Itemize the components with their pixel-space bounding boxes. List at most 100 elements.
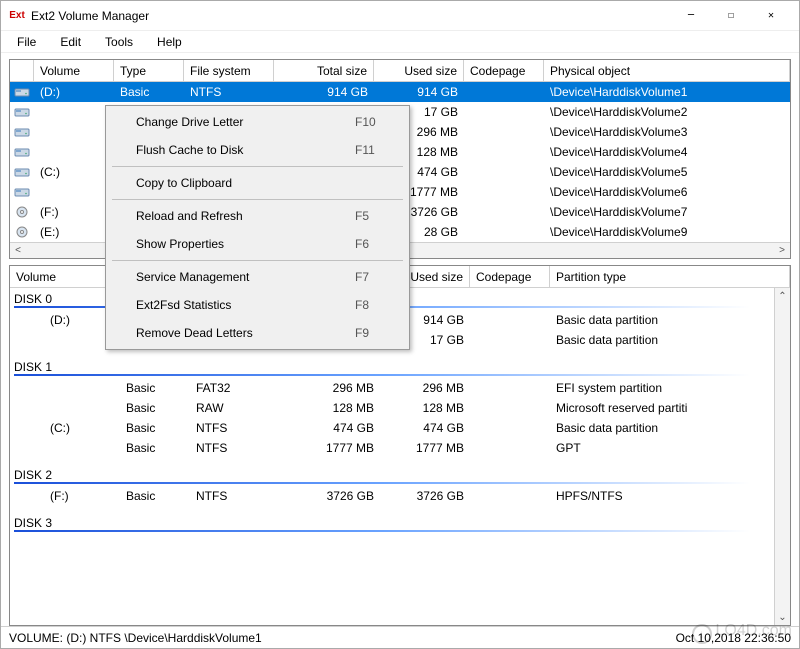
- cell-used: 474 GB: [380, 419, 470, 437]
- cell-used: 914 GB: [374, 83, 464, 101]
- context-item-accel: F11: [355, 143, 395, 157]
- window-title: Ext2 Volume Manager: [31, 9, 671, 23]
- context-item-label: Reload and Refresh: [136, 209, 355, 223]
- cell-fs: FAT32: [190, 379, 280, 397]
- context-menu-item[interactable]: Copy to Clipboard: [108, 169, 407, 197]
- maximize-button[interactable]: ☐: [711, 2, 751, 30]
- context-menu-item[interactable]: Service ManagementF7: [108, 263, 407, 291]
- cell-codepage: [464, 150, 544, 154]
- menubar: File Edit Tools Help: [1, 31, 799, 53]
- cell-codepage: [470, 386, 550, 390]
- cell-partition: Microsoft reserved partiti: [550, 399, 774, 417]
- menu-tools[interactable]: Tools: [93, 31, 145, 52]
- scroll-left-icon[interactable]: <: [10, 243, 26, 259]
- cell-volume: [10, 386, 120, 390]
- partition-row[interactable]: BasicNTFS1777 MB1777 MBGPT: [10, 438, 774, 458]
- partition-row[interactable]: BasicFAT32296 MB296 MBEFI system partiti…: [10, 378, 774, 398]
- minimize-button[interactable]: ─: [671, 2, 711, 30]
- close-button[interactable]: ✕: [751, 2, 791, 30]
- cell-used: 3726 GB: [380, 487, 470, 505]
- cell-volume: (F:): [10, 487, 120, 505]
- col-codepage[interactable]: Codepage: [464, 60, 544, 81]
- cell-volume: [34, 190, 114, 194]
- cell-codepage: [470, 446, 550, 450]
- col-type[interactable]: Type: [114, 60, 184, 81]
- cell-type: Basic: [120, 439, 190, 457]
- cell-codepage: [464, 170, 544, 174]
- menu-file[interactable]: File: [5, 31, 48, 52]
- context-menu-item[interactable]: Show PropertiesF6: [108, 230, 407, 258]
- col-volume[interactable]: Volume: [34, 60, 114, 81]
- cell-volume: [34, 110, 114, 114]
- col2-partition-type[interactable]: Partition type: [550, 266, 790, 287]
- context-menu-item[interactable]: Reload and RefreshF5: [108, 202, 407, 230]
- context-item-label: Copy to Clipboard: [136, 176, 355, 190]
- drive-icon: [10, 86, 34, 98]
- cell-volume: (D:): [34, 83, 114, 101]
- context-item-label: Service Management: [136, 270, 355, 284]
- app-icon: Ext: [9, 8, 25, 24]
- context-menu[interactable]: Change Drive LetterF10Flush Cache to Dis…: [105, 105, 410, 350]
- cell-type: Basic: [114, 83, 184, 101]
- cell-partition: EFI system partition: [550, 379, 774, 397]
- cell-used: 296 MB: [380, 379, 470, 397]
- cell-codepage: [464, 190, 544, 194]
- scroll-up-icon[interactable]: ⌃: [775, 288, 790, 304]
- col-physical-object[interactable]: Physical object: [544, 60, 790, 81]
- cell-object: \Device\HarddiskVolume3: [544, 123, 790, 141]
- partition-row[interactable]: BasicRAW128 MB128 MBMicrosoft reserved p…: [10, 398, 774, 418]
- cell-type: Basic: [120, 487, 190, 505]
- cell-type: Basic: [120, 379, 190, 397]
- col-used-size[interactable]: Used size: [374, 60, 464, 81]
- cell-object: \Device\HarddiskVolume6: [544, 183, 790, 201]
- cell-volume: [34, 130, 114, 134]
- vscrollbar-bottom[interactable]: ⌃ ⌄: [774, 288, 790, 625]
- context-menu-separator: [112, 260, 403, 261]
- menu-edit[interactable]: Edit: [48, 31, 93, 52]
- cell-object: \Device\HarddiskVolume4: [544, 143, 790, 161]
- context-item-accel: F8: [355, 298, 395, 312]
- col-icon[interactable]: [10, 60, 34, 81]
- cell-codepage: [464, 130, 544, 134]
- window-controls: ─ ☐ ✕: [671, 2, 791, 30]
- cell-used: 128 MB: [380, 399, 470, 417]
- disk-header[interactable]: DISK 1: [10, 356, 774, 378]
- drive-icon: [10, 166, 34, 178]
- context-menu-item[interactable]: Change Drive LetterF10: [108, 108, 407, 136]
- cell-volume: (C:): [34, 163, 114, 181]
- context-menu-item[interactable]: Flush Cache to DiskF11: [108, 136, 407, 164]
- col2-volume[interactable]: Volume: [10, 266, 120, 287]
- col-filesystem[interactable]: File system: [184, 60, 274, 81]
- cell-volume: [34, 150, 114, 154]
- drive-icon: [10, 146, 34, 158]
- cell-fs: NTFS: [190, 439, 280, 457]
- disk-header[interactable]: DISK 2: [10, 464, 774, 486]
- context-item-label: Flush Cache to Disk: [136, 143, 355, 157]
- cell-used: 1777 MB: [380, 439, 470, 457]
- cell-volume: [10, 406, 120, 410]
- col2-codepage[interactable]: Codepage: [470, 266, 550, 287]
- context-item-label: Remove Dead Letters: [136, 326, 355, 340]
- drive-icon: [10, 106, 34, 118]
- context-menu-item[interactable]: Remove Dead LettersF9: [108, 319, 407, 347]
- cell-type: Basic: [120, 419, 190, 437]
- cell-total: 1777 MB: [280, 439, 380, 457]
- volume-row[interactable]: (D:)BasicNTFS914 GB914 GB\Device\Harddis…: [10, 82, 790, 102]
- col-total-size[interactable]: Total size: [274, 60, 374, 81]
- partition-row[interactable]: (F:)BasicNTFS3726 GB3726 GBHPFS/NTFS: [10, 486, 774, 506]
- partition-row[interactable]: (C:)BasicNTFS474 GB474 GBBasic data part…: [10, 418, 774, 438]
- cell-volume: (D:): [10, 311, 120, 329]
- cell-codepage: [464, 210, 544, 214]
- watermark: ↓LO4D.com: [692, 621, 792, 641]
- drive-icon: [10, 206, 34, 218]
- cell-fs: NTFS: [190, 487, 280, 505]
- disk-header[interactable]: DISK 3: [10, 512, 774, 534]
- drive-icon: [10, 186, 34, 198]
- scroll-right-icon[interactable]: >: [774, 243, 790, 259]
- cell-total: 474 GB: [280, 419, 380, 437]
- volume-list-header: Volume Type File system Total size Used …: [10, 60, 790, 82]
- cell-codepage: [464, 90, 544, 94]
- context-menu-item[interactable]: Ext2Fsd StatisticsF8: [108, 291, 407, 319]
- context-item-accel: F5: [355, 209, 395, 223]
- menu-help[interactable]: Help: [145, 31, 194, 52]
